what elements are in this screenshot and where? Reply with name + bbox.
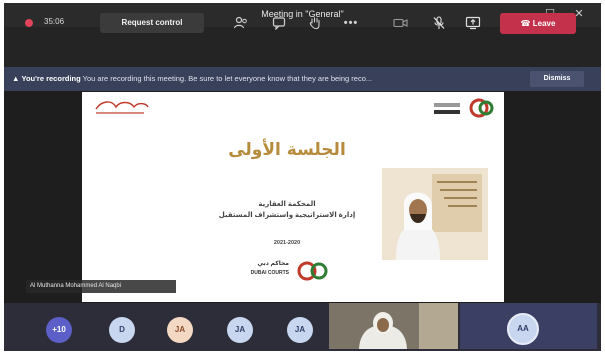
slide-portrait-photo [382, 168, 488, 260]
chat-icon[interactable] [268, 13, 290, 33]
participants-icon[interactable] [230, 13, 252, 33]
recording-banner-text: ▲ You're recording You are recording thi… [12, 74, 372, 83]
slide-subdepartment: إدارة الاستراتيجية واستشراف المستقبل [218, 212, 356, 219]
participant-avatar[interactable]: D [109, 317, 135, 343]
recording-banner: ▲ You're recording You are recording thi… [4, 67, 601, 91]
camera-off-icon[interactable] [390, 13, 412, 33]
slide-heading: الجلسة الأولى [228, 140, 346, 160]
recording-banner-message: You are recording this meeting. Be sure … [82, 74, 373, 83]
leave-button[interactable]: ☎ Leave [500, 13, 576, 34]
shared-slide: الجلسة الأولى المحكمة العقارية إدارة الا… [82, 92, 504, 302]
presenter-name-tag: Al Muthanna Mohammed Al Naqbi [26, 280, 176, 293]
logo-english-text: DUBAI COURTS [250, 270, 289, 276]
dubai-courts-logo-bottom: محاكم دبي DUBAI COURTS [239, 258, 334, 284]
more-options-icon[interactable]: ••• [340, 13, 362, 33]
dubai-courts-logo-top [434, 98, 494, 118]
slide-date: 2021-2020 [273, 240, 301, 246]
hang-up-icon: ☎ [520, 19, 531, 28]
warning-icon: ▲ [12, 74, 20, 83]
participant-avatar[interactable]: JA [227, 317, 253, 343]
slide-department: المحكمة العقارية [258, 201, 316, 208]
recording-indicator-icon [25, 19, 33, 27]
request-control-button[interactable]: Request control [100, 13, 204, 33]
teams-meeting-window: Meeting in "General" – ☐ ✕ 35:06 Request… [4, 3, 601, 351]
share-screen-icon[interactable] [462, 13, 484, 33]
mic-off-icon[interactable] [428, 13, 450, 33]
meeting-timer: 35:06 [44, 17, 65, 26]
recording-banner-title: You're recording [21, 74, 81, 83]
participant-video-tile[interactable] [329, 303, 458, 349]
government-of-dubai-logo [95, 101, 149, 114]
dismiss-button[interactable]: Dismiss [530, 71, 584, 87]
participant-avatar[interactable]: JA [287, 317, 313, 343]
logo-arabic-text: محاكم دبي [257, 261, 289, 267]
more-participants-button[interactable]: +10 [46, 317, 72, 343]
logo-rings-icon [297, 261, 328, 281]
raise-hand-icon[interactable] [304, 13, 326, 33]
leave-label: Leave [532, 19, 556, 28]
participant-avatar[interactable]: JA [167, 317, 193, 343]
self-avatar[interactable]: AA [507, 313, 539, 345]
